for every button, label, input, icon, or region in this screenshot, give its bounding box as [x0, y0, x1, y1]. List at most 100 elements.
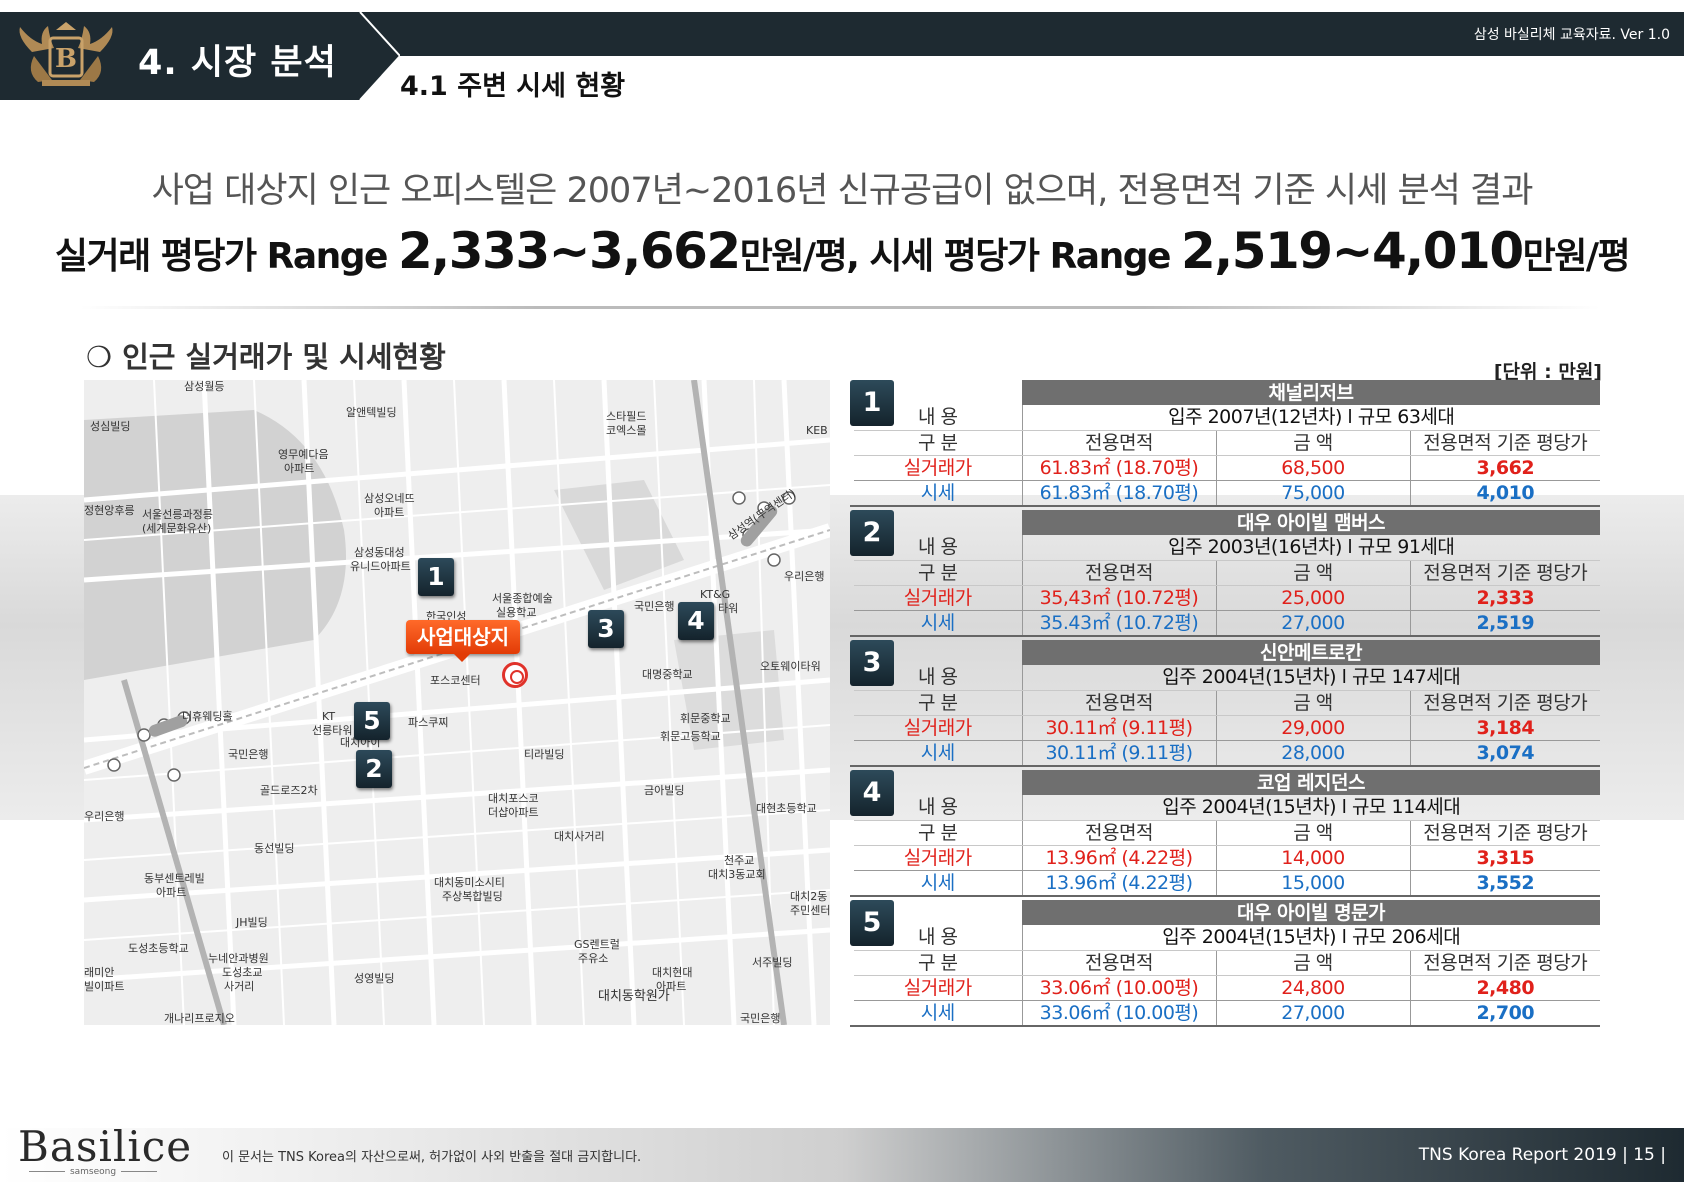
property-number-badge: 1 [850, 380, 894, 426]
property-number-badge: 5 [850, 900, 894, 946]
map-label: 성심빌딩 [90, 420, 131, 433]
property-table: 4 코업 레지던스 내 용 입주 2004년(15년차) l 규모 114세대 구 분전… [850, 770, 1600, 897]
column-header: 금 액 [1216, 430, 1411, 456]
price-amount: 75,000 [1216, 480, 1411, 505]
table-row: 실거래가 30.11㎡ (9.11평) 29,000 3,184 [854, 715, 1600, 741]
exclusive-area: 33.06㎡ (10.00평) [1022, 975, 1217, 1001]
column-header: 전용면적 [1022, 430, 1217, 456]
brand-emblem-icon: B [12, 22, 120, 92]
column-header: 금 액 [1216, 690, 1411, 716]
property-number-badge: 4 [850, 770, 894, 816]
doc-version: 삼성 바실리체 교육자료. Ver 1.0 [1473, 27, 1670, 43]
map-pin-1[interactable]: 1 [418, 558, 454, 596]
property-name: 대우 아이빌 맴버스 [1022, 510, 1600, 535]
price-per-pyeong: 3,315 [1410, 845, 1600, 871]
column-header: 구 분 [854, 690, 1023, 716]
price-per-pyeong: 2,333 [1410, 585, 1600, 611]
map-label: 주상복합빌딩 [442, 890, 503, 903]
headline-divider [80, 306, 1600, 309]
map-label: 도성초등학교 [128, 942, 189, 955]
property-name: 코업 레지던스 [1022, 770, 1600, 795]
map-label: 스타필드 [606, 410, 647, 423]
map-label: 사거리 [224, 980, 255, 993]
property-price-table: 채널리저브 내 용 입주 2007년(12년차) l 규모 63세대 구 분 전용면적 금… [854, 380, 1600, 505]
table-row: 시세 33.06㎡ (10.00평) 27,000 2,700 [854, 1000, 1600, 1025]
map-label: 대치사거리 [554, 830, 605, 843]
map-label: 휘문중학교 [680, 712, 731, 725]
exclusive-area: 61.83㎡ (18.70평) [1022, 480, 1217, 505]
price-per-pyeong: 3,074 [1476, 741, 1535, 764]
column-header: 전용면적 [1022, 820, 1217, 846]
map-label: 티라빌딩 [524, 748, 565, 761]
property-table: 3 신안메트로칸 내 용 입주 2004년(15년차) l 규모 147세대 구 분 전용… [850, 640, 1600, 767]
map-label: 천주교 [724, 854, 755, 867]
table-row: 시세 30.11㎡ (9.11평) 28,000 3,074 [854, 740, 1600, 765]
price-per-pyeong: 2,480 [1410, 975, 1600, 1001]
property-name: 신안메트로칸 [1022, 640, 1600, 665]
map-label: 빌이파트 [84, 980, 125, 993]
map-label: 국민은행 [634, 600, 675, 613]
map-label: 국민은행 [740, 1012, 781, 1025]
map-label: 우리은행 [784, 570, 825, 583]
map-pin-3[interactable]: 3 [588, 610, 624, 648]
map-label: KT&G [700, 588, 731, 601]
map-pin-2[interactable]: 2 [356, 750, 392, 788]
exclusive-area: 33.06㎡ (10.00평) [1022, 1000, 1217, 1025]
price-type: 시세 [854, 1000, 1023, 1025]
price-amount: 29,000 [1216, 715, 1411, 741]
exclusive-area: 61.83㎡ (18.70평) [1022, 455, 1217, 481]
map-label: 포스코센터 [430, 674, 481, 687]
map-label: 골드로즈2차 [260, 784, 318, 797]
column-header: 전용면적 [1022, 690, 1217, 716]
property-info: 입주 2004년(15년차) l 규모 206세대 [1022, 925, 1600, 951]
price-type: 실거래가 [854, 585, 1023, 611]
map-label: KT [322, 710, 336, 723]
map-label: 오토웨이타워 [760, 660, 821, 673]
map-label: 더휴웨딩홀 [182, 710, 233, 723]
map-label: 성영빌딩 [354, 972, 395, 985]
column-header: 구 분 [854, 560, 1023, 586]
map-label: 누네안과병원 [208, 952, 269, 965]
map-label: 실용학교 [496, 606, 537, 619]
column-header: 전용면적 [1022, 950, 1217, 976]
subsection-title: 4.1 주변 시세 현황 [400, 71, 626, 102]
column-header: 금 액 [1216, 950, 1411, 976]
property-price-table: 대우 아이빌 명문가 내 용 입주 2004년(15년차) l 규모 206세대 구 … [854, 900, 1600, 1025]
map-label: 대치3동교회 [708, 868, 766, 881]
map-pin-5[interactable]: 5 [354, 702, 390, 740]
brand-sub: samseong [18, 1167, 168, 1177]
map-label: 동선빌딩 [254, 842, 295, 855]
location-map: 삼성월등 알앤텍빌딩 스타필드 코엑스몰 성심빌딩 영무예다음 아파트 KEB … [84, 380, 830, 1025]
table-row: 시세 35.43㎡ (10.72평) 27,000 2,519 [854, 610, 1600, 635]
map-label: 타워 [718, 602, 739, 615]
price-type: 시세 [854, 740, 1023, 765]
map-label: 더샵아파트 [488, 806, 539, 819]
site-label: 사업대상지 [406, 620, 520, 662]
property-info: 입주 2004년(15년차) l 규모 147세대 [1022, 665, 1600, 691]
map-label: 대치동학원가 [598, 989, 670, 1004]
table-row: 실거래가 35,43㎡ (10.72평) 25,000 2,333 [854, 585, 1600, 611]
price-per-pyeong: 2,700 [1476, 1001, 1535, 1024]
property-info: 입주 2007년(12년차) l 규모 63세대 [1022, 405, 1600, 431]
map-pin-4[interactable]: 4 [678, 602, 714, 640]
map-label: 금아빌딩 [644, 784, 685, 797]
map-label: (세계문화유산) [142, 522, 212, 535]
headline-range-label-c: 만원/평, 시세 평당가 Range [739, 236, 1181, 277]
footer-report: TNS Korea Report 2019 | 15 | [1418, 1145, 1666, 1165]
map-label: 휘문고등학교 [660, 730, 721, 743]
price-type: 시세 [854, 870, 1023, 895]
price-amount: 27,000 [1216, 1000, 1411, 1025]
property-price-table: 대우 아이빌 맴버스 내 용 입주 2003년(16년차) l 규모 91세대 구 분… [854, 510, 1600, 635]
price-amount: 14,000 [1216, 845, 1411, 871]
site-target-icon [502, 662, 528, 688]
price-type: 시세 [854, 480, 1023, 505]
column-header: 금 액 [1216, 820, 1411, 846]
price-per-pyeong: 4,010 [1476, 481, 1535, 504]
map-label: 주민센터 [790, 904, 830, 917]
map-label: 래미안 [84, 966, 115, 979]
map-label: 삼성월등 [184, 380, 225, 393]
map-label: 알앤텍빌딩 [346, 406, 397, 419]
price-type: 실거래가 [854, 715, 1023, 741]
property-table: 5 대우 아이빌 명문가 내 용 입주 2004년(15년차) l 규모 206세대 구… [850, 900, 1600, 1027]
headline-summary: 사업 대상지 인근 오피스텔은 2007년~2016년 신규공급이 없으며, 전… [151, 171, 1534, 211]
